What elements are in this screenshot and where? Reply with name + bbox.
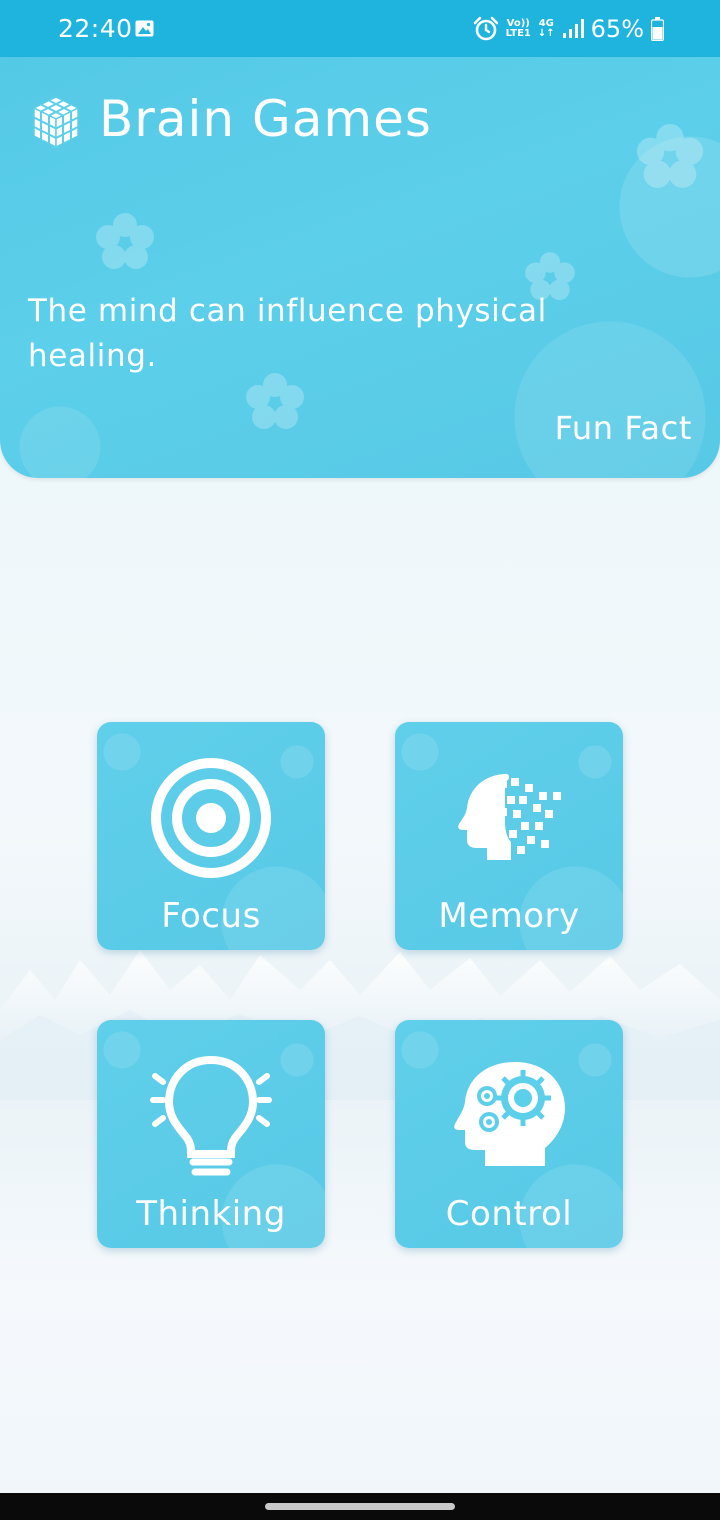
head-gears-icon (454, 1062, 565, 1166)
cube-icon (32, 96, 80, 149)
focus-tile[interactable]: Focus (97, 722, 325, 950)
memory-tile[interactable]: Memory (395, 722, 623, 950)
status-right-group: Vo)) LTE1 4G ↓↑ 65% (473, 12, 664, 46)
control-label: Control (445, 1194, 573, 1234)
target-icon (151, 758, 271, 878)
navigation-bar (0, 1493, 720, 1520)
flower-decoration (636, 123, 704, 188)
network-generation: 4G ↓↑ (537, 18, 555, 39)
memory-label: Memory (438, 896, 580, 936)
home-indicator[interactable] (265, 1503, 455, 1510)
focus-label: Focus (161, 896, 261, 936)
thinking-tile[interactable]: Thinking (97, 1020, 325, 1248)
fun-fact-label: Fun Fact (554, 409, 692, 447)
flower-decoration (96, 213, 154, 269)
header-card: Brain Games The mind can influence physi… (0, 57, 720, 478)
fun-fact-text: The mind can influence physical healing. (28, 293, 547, 374)
app-title: Brain Games (99, 90, 432, 148)
battery-icon (651, 17, 664, 41)
status-bar: 22:40 Vo)) LTE1 4G ↓↑ 65% (0, 0, 720, 57)
network-type: Vo)) LTE1 (505, 18, 531, 39)
signal-icon (562, 19, 584, 38)
status-time: 22:40 (58, 14, 133, 43)
battery-percent: 65% (590, 15, 644, 43)
lightbulb-icon (150, 1055, 272, 1176)
control-tile[interactable]: Control (395, 1020, 623, 1248)
gallery-icon (135, 20, 154, 37)
thinking-label: Thinking (136, 1194, 286, 1234)
alarm-icon (473, 16, 498, 41)
head-pixels-icon (458, 774, 561, 860)
